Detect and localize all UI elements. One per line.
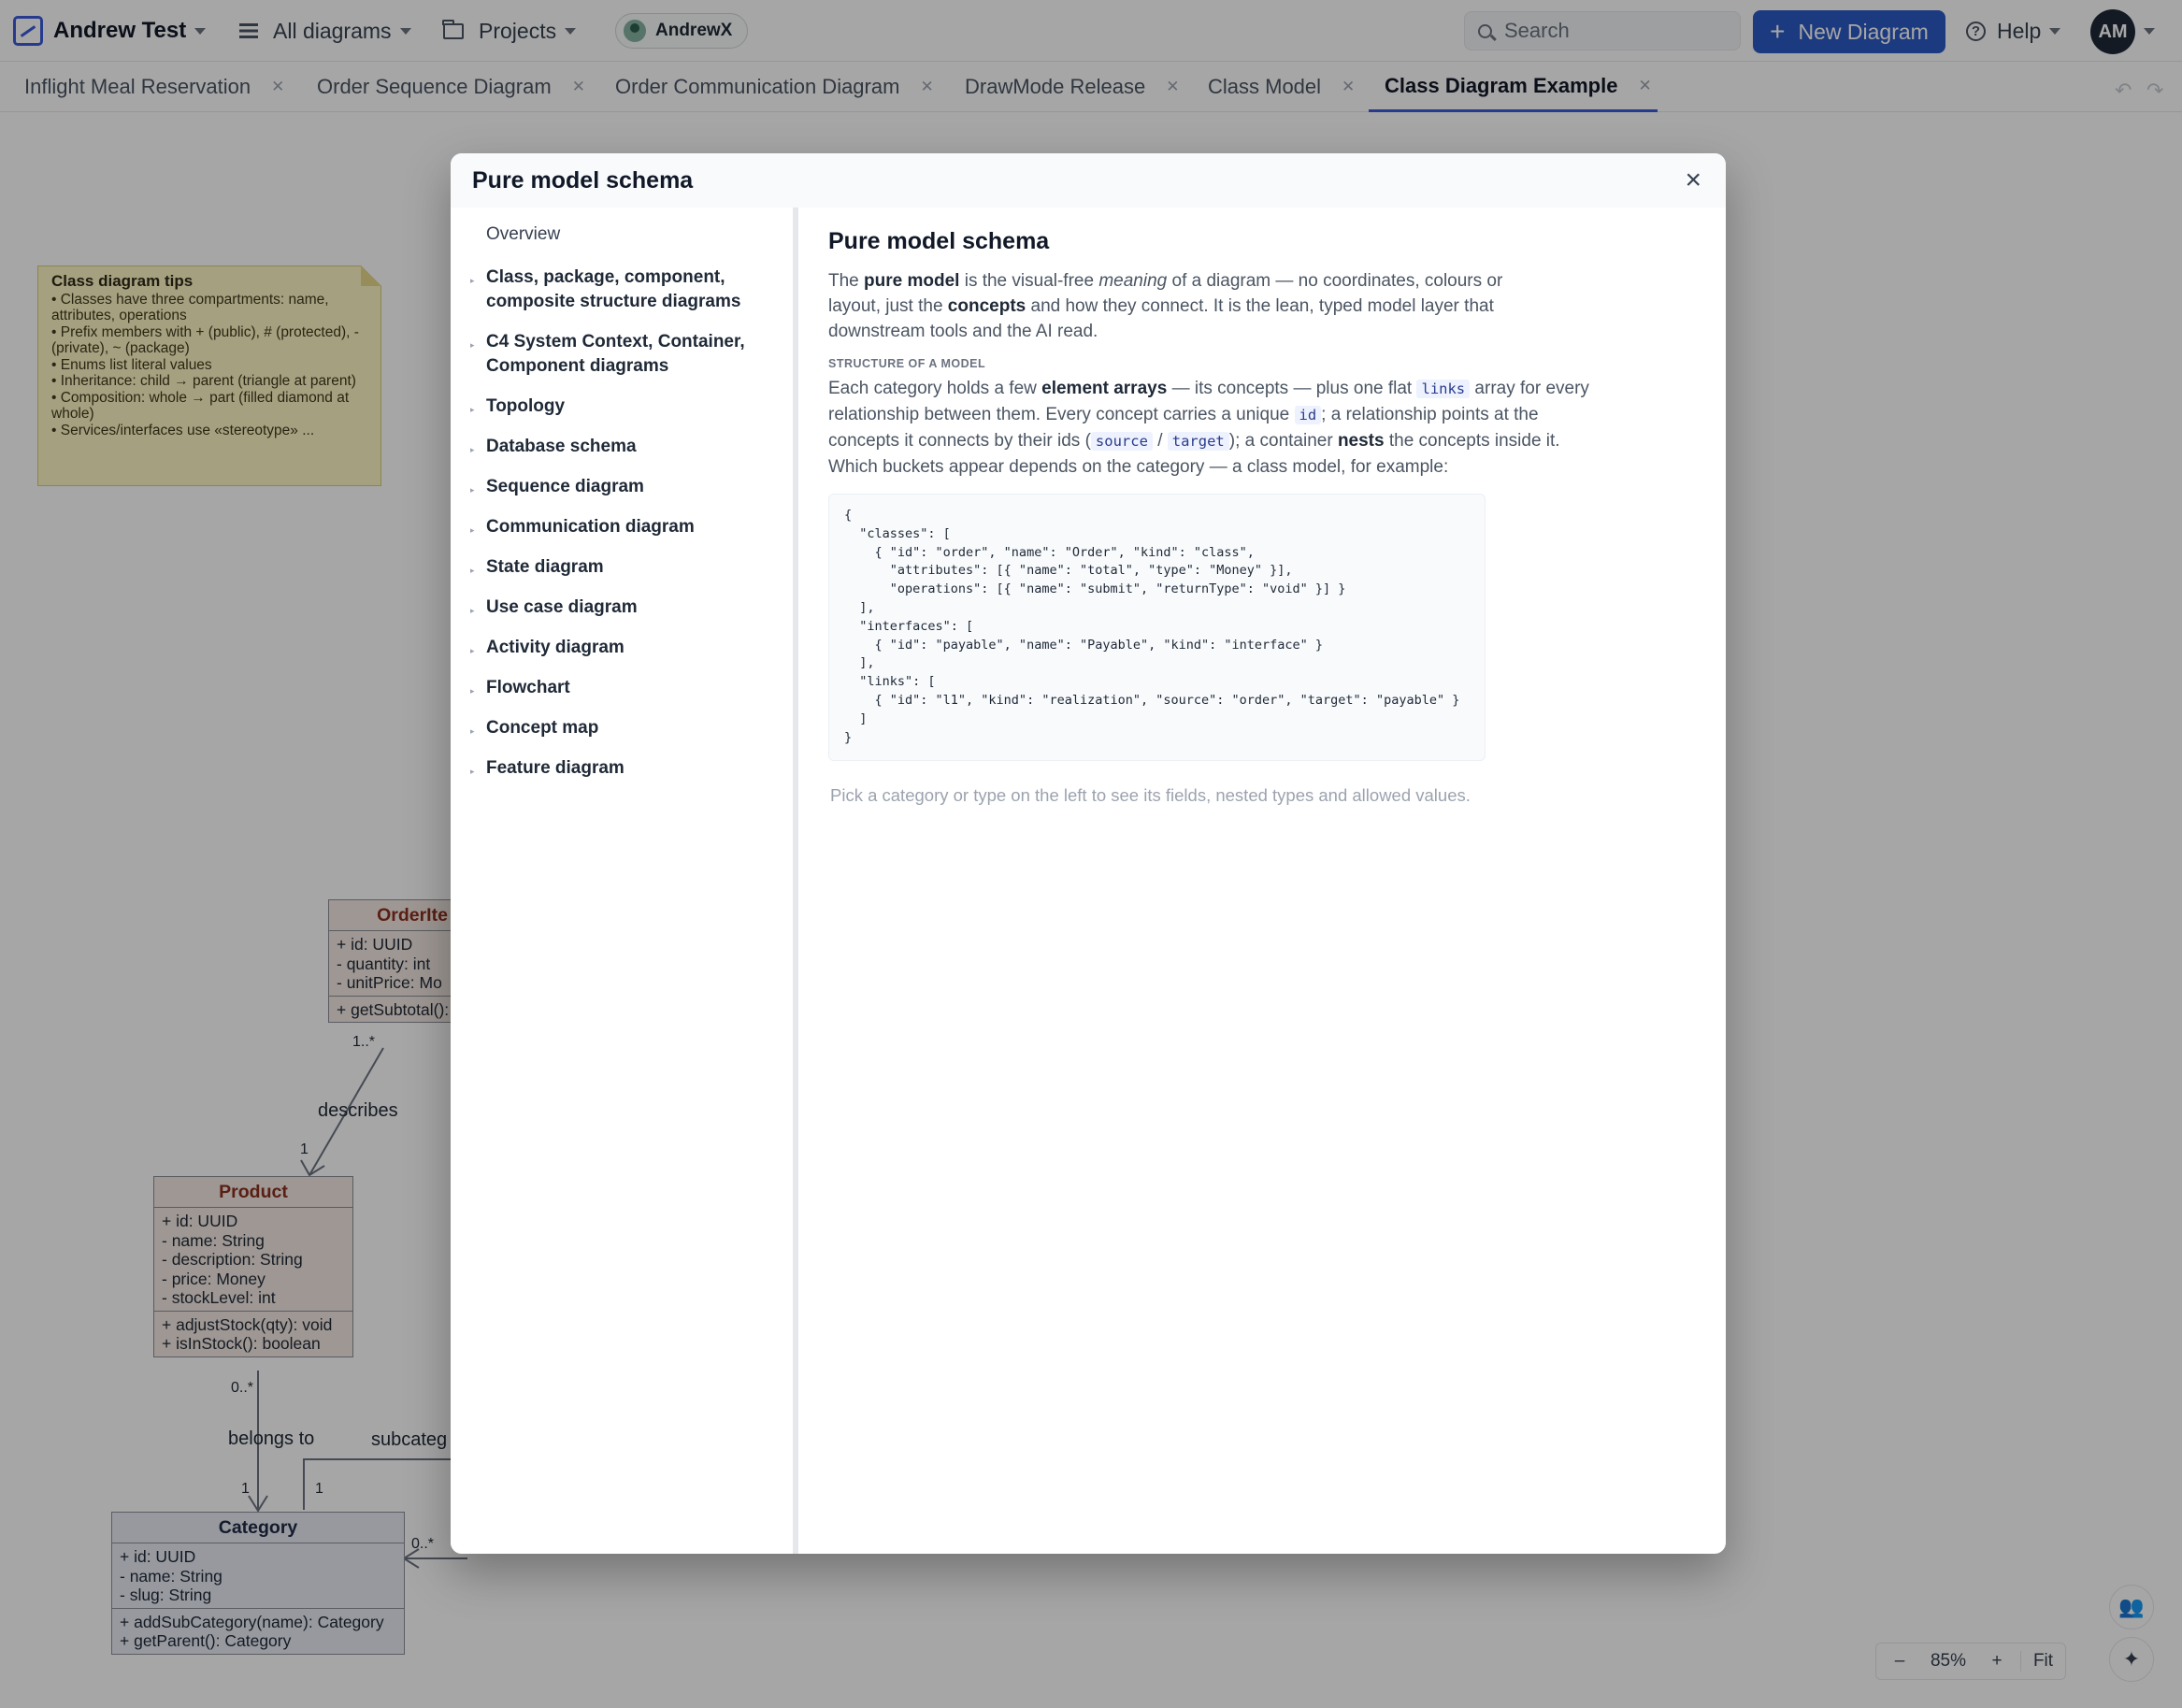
sidebar-item-label: Use case diagram [486, 597, 638, 617]
sidebar-item-label: State diagram [486, 557, 604, 577]
emphasis: nests [1337, 431, 1385, 451]
sidebar-item-state[interactable]: ▸ State diagram [451, 552, 793, 583]
sidebar-item-label: Flowchart [486, 678, 570, 697]
text: / [1152, 431, 1168, 451]
sidebar-item-activity[interactable]: ▸ Activity diagram [451, 632, 793, 664]
chevron-right-icon: ▸ [470, 726, 475, 736]
chevron-right-icon: ▸ [470, 405, 475, 414]
text: ); a container [1228, 431, 1338, 451]
sidebar-item-label: Communication diagram [486, 517, 695, 537]
dialog-title: Pure model schema [472, 167, 694, 194]
inline-code: source [1090, 432, 1153, 451]
chevron-right-icon: ▸ [470, 525, 475, 535]
sidebar-item-label: C4 System Context, Container, Component … [486, 332, 745, 376]
inline-code: id [1294, 406, 1322, 424]
chevron-right-icon: ▸ [470, 686, 475, 696]
content-heading: Pure model schema [828, 228, 1050, 254]
sidebar-item-label: Feature diagram [486, 758, 624, 778]
sidebar-item-class[interactable]: ▸ Class, package, component, composite st… [451, 262, 793, 318]
structure-paragraph: Each category holds a few element arrays… [828, 376, 1604, 481]
sidebar-item-feature[interactable]: ▸ Feature diagram [451, 753, 793, 784]
sidebar-item-label: Concept map [486, 718, 599, 738]
emphasis: pure model [864, 271, 960, 291]
sidebar-item-label: Topology [486, 396, 566, 416]
chevron-right-icon: ▸ [470, 646, 475, 655]
sidebar-item-c4[interactable]: ▸ C4 System Context, Container, Component… [451, 326, 793, 382]
close-icon[interactable]: × [1685, 166, 1701, 194]
sidebar-item-label: Activity diagram [486, 638, 624, 657]
chevron-right-icon: ▸ [470, 767, 475, 776]
chevron-right-icon: ▸ [470, 566, 475, 575]
sidebar-item-topology[interactable]: ▸ Topology [451, 391, 793, 423]
chevron-right-icon: ▸ [470, 485, 475, 495]
sidebar-item-overview[interactable]: Overview [451, 219, 793, 251]
code-example: { "classes": [ { "id": "order", "name": … [828, 494, 1486, 761]
emphasis: concepts [947, 296, 1026, 316]
chevron-right-icon: ▸ [470, 606, 475, 615]
schema-dialog: Pure model schema × Overview ▸ Class, pac… [451, 153, 1726, 1554]
schema-content: Pure model schema The pure model is the … [806, 208, 1726, 1554]
sidebar-item-database-schema[interactable]: ▸ Database schema [451, 431, 793, 463]
section-label: STRUCTURE OF A MODEL [828, 357, 986, 370]
emphasis: element arrays [1041, 379, 1168, 398]
chevron-right-icon: ▸ [470, 340, 475, 350]
emphasis: meaning [1098, 271, 1168, 291]
inline-code: links [1416, 380, 1471, 398]
sidebar-item-label: Database schema [486, 437, 637, 456]
inline-code: target [1167, 432, 1229, 451]
sidebar-item-flowchart[interactable]: ▸ Flowchart [451, 672, 793, 704]
chevron-right-icon: ▸ [470, 276, 475, 285]
sidebar-item-concept-map[interactable]: ▸ Concept map [451, 712, 793, 744]
text: is the visual-free [959, 271, 1099, 291]
hint-text: Pick a category or type on the left to s… [830, 785, 1471, 805]
text: — its concepts — plus one flat [1167, 379, 1417, 398]
dialog-header: Pure model schema × [451, 153, 1726, 208]
schema-sidebar: Overview ▸ Class, package, component, com… [451, 208, 798, 1554]
intro-paragraph: The pure model is the visual-free meanin… [828, 268, 1539, 344]
text: The [828, 271, 865, 291]
sidebar-item-sequence[interactable]: ▸ Sequence diagram [451, 471, 793, 503]
sidebar-item-use-case[interactable]: ▸ Use case diagram [451, 592, 793, 624]
text: Each category holds a few [828, 379, 1042, 398]
chevron-right-icon: ▸ [470, 445, 475, 454]
sidebar-item-communication[interactable]: ▸ Communication diagram [451, 511, 793, 543]
sidebar-item-label: Sequence diagram [486, 477, 644, 496]
sidebar-item-label: Class, package, component, composite str… [486, 267, 741, 311]
